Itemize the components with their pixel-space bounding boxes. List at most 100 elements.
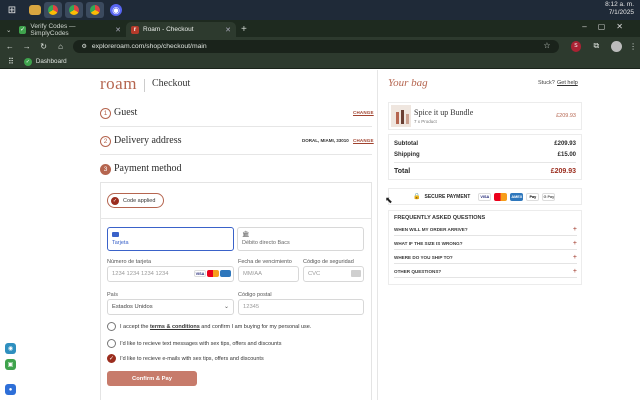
new-tab-button[interactable]: + xyxy=(236,22,252,37)
country-select[interactable]: Estados Unidos ⌄ xyxy=(107,299,234,315)
close-icon[interactable]: ✕ xyxy=(225,26,231,34)
check-icon: ✓ xyxy=(19,25,27,34)
plus-icon: + xyxy=(572,268,577,275)
site-info-icon[interactable]: ⚙ xyxy=(81,43,86,50)
expiry-label: Fecha de vencimiento xyxy=(238,259,292,265)
card-number-input[interactable]: 1234 1234 1234 1234 VISA xyxy=(107,266,234,282)
confirm-pay-button[interactable]: Confirm & Pay xyxy=(107,371,197,386)
back-icon[interactable]: ← xyxy=(3,42,17,51)
chrome-profile-2-icon[interactable] xyxy=(86,2,104,18)
tab-bacs[interactable]: 🏛 Débito directo Bacs xyxy=(237,227,364,251)
page-title: Checkout xyxy=(152,78,191,89)
os-taskbar: ⊞ ◉ 8:12 a. m. 7/1/2025 xyxy=(0,0,640,20)
faq-item[interactable]: WHAT IF THE SIZE IS WRONG? + xyxy=(394,238,577,250)
secure-payment-row: 🔒 SECURE PAYMENT VISA MC AMEX Pay G Pay xyxy=(388,188,582,205)
item-name: Spice it up Bundle xyxy=(414,108,474,117)
roam-favicon: r xyxy=(131,25,139,34)
expiry-placeholder: MM/AA xyxy=(243,271,263,277)
forward-icon[interactable]: → xyxy=(20,42,34,51)
email-optin-text: I'd like to recieve e-mails with sex tip… xyxy=(120,356,264,362)
bookmark-dashboard[interactable]: Dashboard xyxy=(36,58,67,65)
discord-icon[interactable]: ◉ xyxy=(110,4,122,16)
item-quantity: 7 x Product xyxy=(414,119,437,124)
step-number: 3 xyxy=(100,164,111,175)
step-number: 1 xyxy=(100,108,111,119)
shipping-value: £15.00 xyxy=(557,152,576,158)
get-help-link[interactable]: Get help xyxy=(557,80,578,86)
tab-bacs-label: Débito directo Bacs xyxy=(242,240,290,246)
divider xyxy=(100,154,372,155)
bank-icon: 🏛 xyxy=(242,232,250,238)
sms-checkbox[interactable] xyxy=(107,339,116,348)
file-explorer-icon[interactable] xyxy=(29,5,41,15)
subtotal-label: Subtotal xyxy=(394,141,418,147)
terms-checkbox[interactable] xyxy=(107,322,116,331)
tab-label: Roam - Checkout xyxy=(143,26,194,33)
extension-icon[interactable]: S xyxy=(570,40,582,52)
bag-title: Your bag xyxy=(388,77,428,89)
message-widget-icon[interactable]: ▣ xyxy=(5,359,16,370)
extensions-puzzle-icon[interactable]: ⧉ xyxy=(589,41,603,51)
change-address-link[interactable]: CHANGE xyxy=(353,138,374,143)
column-divider xyxy=(377,70,378,400)
bag-item: Spice it up Bundle 7 x Product £209.93 xyxy=(388,102,582,130)
expiry-input[interactable]: MM/AA xyxy=(238,266,299,282)
tab-verify-codes[interactable]: ✓ Verify Codes — SimplyCodes ✕ xyxy=(14,22,126,37)
chrome-icon[interactable] xyxy=(44,2,62,18)
browser-tab-bar: ⌄ ✓ Verify Codes — SimplyCodes ✕ r Roam … xyxy=(0,20,640,37)
menu-kebab-icon[interactable]: ⋮ xyxy=(626,42,640,51)
terms-text: I accept the terms & conditions and conf… xyxy=(120,324,311,330)
faq-item[interactable]: WHERE DO YOU SHIP TO? + xyxy=(394,252,577,264)
faq-question: WHAT IF THE SIZE IS WRONG? xyxy=(394,241,463,246)
terms-link[interactable]: terms & conditions xyxy=(150,324,200,330)
tab-tarjeta-label: Tarjeta xyxy=(112,240,129,246)
tab-roam-checkout[interactable]: r Roam - Checkout ✕ xyxy=(126,22,236,37)
tab-tarjeta[interactable]: Tarjeta xyxy=(107,227,234,251)
faq-title: FREQUENTLY ASKED QUESTIONS xyxy=(394,215,486,221)
plus-icon: + xyxy=(572,240,577,247)
home-icon[interactable]: ⌂ xyxy=(54,42,68,51)
apple-pay-icon: Pay xyxy=(526,192,540,201)
email-checkbox[interactable]: ✓ xyxy=(107,354,116,363)
card-number-label: Número de tarjeta xyxy=(107,259,152,265)
close-icon[interactable]: ✕ xyxy=(115,26,121,34)
mastercard-icon: MC xyxy=(494,192,508,201)
terms-text-post: and confirm I am buying for my personal … xyxy=(199,324,312,330)
cvc-input[interactable]: CVC xyxy=(303,266,364,282)
amex-icon xyxy=(220,270,231,277)
faq-question: WHEN WILL MY ORDER ARRIVE? xyxy=(394,227,468,232)
profile-avatar[interactable] xyxy=(611,40,623,52)
bookmark-star-icon[interactable]: ☆ xyxy=(543,41,550,50)
system-clock[interactable]: 8:12 a. m. 7/1/2025 xyxy=(605,1,634,17)
step-number: 2 xyxy=(100,136,111,147)
apps-grid-icon[interactable]: ⠿ xyxy=(8,57,14,66)
shipping-label: Shipping xyxy=(394,152,420,158)
delivery-address: DORAL, MIAMI, 33010 xyxy=(302,138,349,143)
address-bar[interactable]: ⚙ exploreroam.com/shop/checkout/main ☆ xyxy=(73,39,559,53)
faq-item[interactable]: WHEN WILL MY ORDER ARRIVE? + xyxy=(394,224,577,236)
subtotal-value: £209.93 xyxy=(554,141,576,147)
total-label: Total xyxy=(394,168,411,175)
code-applied-badge[interactable]: ✓ Code applied xyxy=(107,193,164,208)
chat-widget-icon[interactable]: ◉ xyxy=(5,343,16,354)
window-controls[interactable]: –▢✕ xyxy=(582,22,634,31)
chrome-profile-icon[interactable] xyxy=(65,2,83,18)
payment-panel xyxy=(100,182,372,400)
faq-item[interactable]: OTHER QUESTIONS? + xyxy=(394,266,577,278)
change-guest-link[interactable]: CHANGE xyxy=(353,110,374,115)
help-widget-icon[interactable]: ● xyxy=(5,384,16,395)
step-guest-title: Guest xyxy=(114,107,138,118)
visa-icon: VISA xyxy=(194,270,206,277)
reload-icon[interactable]: ↻ xyxy=(37,42,51,51)
clock-date: 7/1/2025 xyxy=(608,9,634,16)
postal-placeholder: 12345 xyxy=(243,304,260,310)
country-value: Estados Unidos xyxy=(112,304,153,310)
clock-time: 8:12 a. m. xyxy=(605,1,634,8)
divider xyxy=(100,126,372,127)
plus-icon: + xyxy=(572,254,577,261)
tab-search-icon[interactable]: ⌄ xyxy=(4,22,14,37)
visa-icon: VISA xyxy=(478,192,492,201)
postal-input[interactable]: 12345 xyxy=(238,299,364,315)
roam-logo[interactable]: roam xyxy=(100,74,137,94)
windows-start-icon[interactable]: ⊞ xyxy=(3,2,21,18)
